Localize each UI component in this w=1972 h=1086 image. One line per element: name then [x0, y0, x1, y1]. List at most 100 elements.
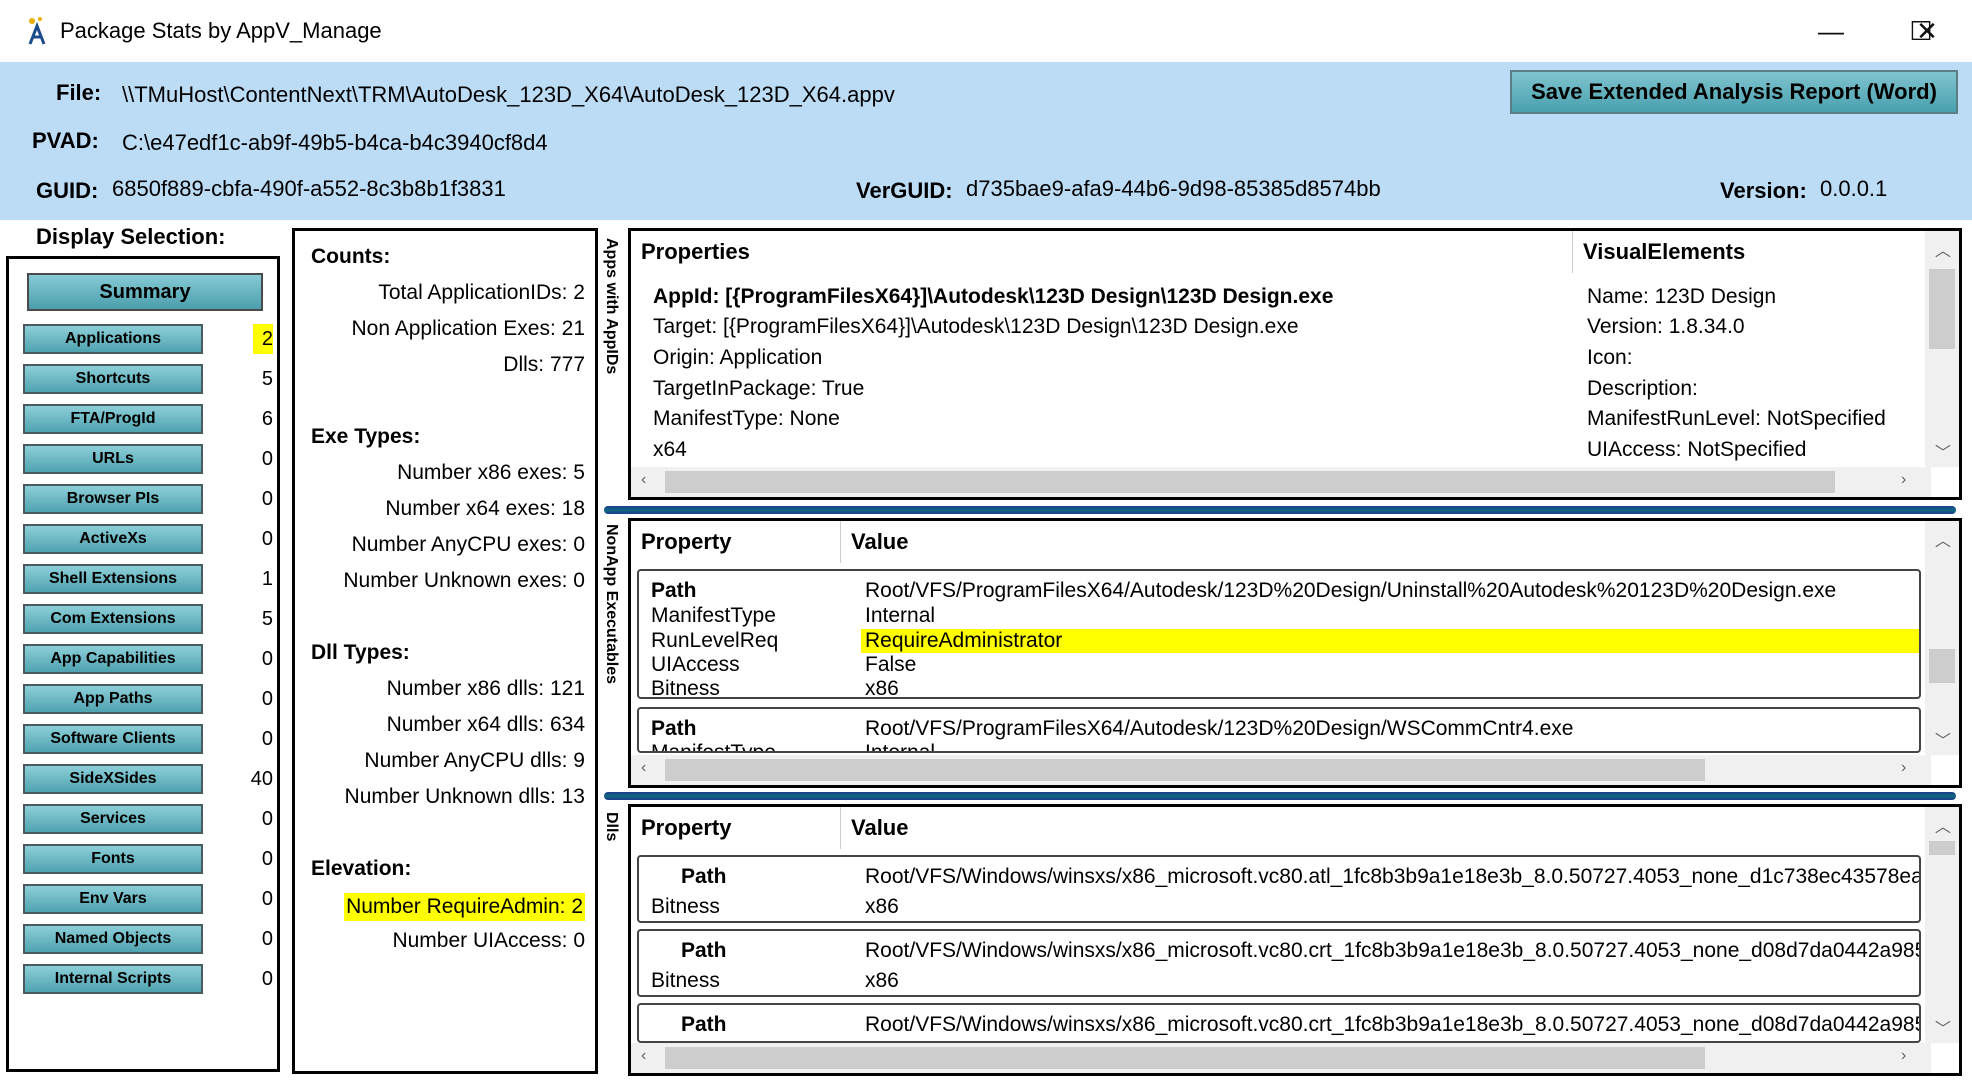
- counts-title: Counts:: [311, 245, 391, 268]
- guid-value: 6850f889-cbfa-490f-a552-8c3b8b1f3831: [112, 176, 506, 201]
- splitter-1[interactable]: [604, 506, 1956, 514]
- elevation-title: Elevation:: [311, 857, 412, 880]
- title-bar: Package Stats by AppV_Manage — ☐ ✕: [0, 0, 1972, 62]
- scroll-up-icon[interactable]: ︿: [1935, 237, 1951, 261]
- scroll-down-icon[interactable]: ﹀: [1935, 439, 1951, 463]
- nav-button-fonts[interactable]: Fonts: [23, 844, 203, 874]
- nav-button-app-paths[interactable]: App Paths: [23, 684, 203, 714]
- scroll-down-icon[interactable]: ﹀: [1935, 1015, 1951, 1039]
- nav-button-fta-progid[interactable]: FTA/ProgId: [23, 404, 203, 434]
- nonapp-card: Path Root/VFS/ProgramFilesX64/Autodesk/1…: [637, 707, 1921, 753]
- scroll-up-icon[interactable]: ︿: [1935, 813, 1951, 837]
- nav-count-activexs: 0: [261, 527, 273, 550]
- dlls-horizontal-scrollbar[interactable]: ‹ ›: [631, 1043, 1931, 1073]
- properties-column-header[interactable]: Properties: [631, 231, 1573, 273]
- nav-button-browser-pis[interactable]: Browser PIs: [23, 484, 203, 514]
- guid-label: GUID:: [36, 178, 99, 203]
- property-column-header[interactable]: Property: [631, 521, 841, 563]
- dll-card: Path Root/VFS/Windows/winsxs/x86_microso…: [637, 855, 1921, 923]
- apps-vscroll-thumb[interactable]: [1929, 269, 1955, 349]
- dll-path-key: Path: [681, 1013, 727, 1036]
- apps-hscroll-thumb[interactable]: [665, 471, 1835, 493]
- nonapp-path-value: Root/VFS/ProgramFilesX64/Autodesk/123D%2…: [865, 579, 1837, 602]
- property-column-header[interactable]: Property: [631, 807, 841, 849]
- verguid-value: d735bae9-afa9-44b6-9d98-85385d8574bb: [966, 176, 1381, 201]
- nonapp-manifesttype-value: Internal: [865, 604, 936, 627]
- save-report-button[interactable]: Save Extended Analysis Report (Word): [1510, 70, 1958, 114]
- nav-button-internal-scripts[interactable]: Internal Scripts: [23, 964, 203, 994]
- scroll-right-icon[interactable]: ›: [1901, 759, 1906, 777]
- file-value: \\TMuHost\ContentNext\TRM\AutoDesk_123D_…: [122, 82, 895, 107]
- visual-description: Description:: [1587, 377, 1698, 400]
- nonapp-path-key: Path: [651, 579, 697, 602]
- apps-panel: Properties VisualElements AppId: [{Progr…: [628, 228, 1962, 500]
- splitter-2[interactable]: [604, 792, 1956, 800]
- nav-button-app-capabilities[interactable]: App Capabilities: [23, 644, 203, 674]
- display-selection-panel: Summary Applications 2 Shortcuts 5 FTA/P…: [6, 256, 280, 1072]
- visual-uiaccess: UIAccess: NotSpecified: [1587, 438, 1807, 461]
- scroll-right-icon[interactable]: ›: [1901, 471, 1906, 489]
- nonapp-uiaccess-value: False: [865, 653, 917, 676]
- apps-horizontal-scrollbar[interactable]: ‹ ›: [631, 467, 1931, 497]
- dlls-panel: Property Value Path Root/VFS/Windows/win…: [628, 804, 1962, 1076]
- non-app-exes: Non Application Exes: 21: [351, 317, 585, 340]
- dll-count: Dlls: 777: [503, 353, 585, 376]
- app-icon: [28, 17, 46, 45]
- visual-version: Version: 1.8.34.0: [1587, 315, 1745, 338]
- version-value: 0.0.0.1: [1820, 176, 1888, 201]
- nonapp-manifesttype-value: Internal: [865, 741, 936, 753]
- scroll-left-icon[interactable]: ‹: [641, 759, 646, 777]
- unknown-exes: Number Unknown exes: 0: [343, 569, 585, 592]
- dlls-vscroll-thumb[interactable]: [1929, 841, 1955, 855]
- close-icon: ✕: [1916, 15, 1938, 46]
- nonapp-horizontal-scrollbar[interactable]: ‹ ›: [631, 755, 1931, 785]
- value-column-header[interactable]: Value: [841, 521, 1941, 563]
- summary-button[interactable]: Summary: [27, 273, 263, 311]
- nonapp-vertical-scrollbar[interactable]: ︿ ﹀: [1925, 521, 1959, 755]
- x64-dlls: Number x64 dlls: 634: [386, 713, 585, 736]
- dlls-vertical-scrollbar[interactable]: ︿ ﹀: [1925, 807, 1959, 1043]
- nonapp-hscroll-thumb[interactable]: [665, 759, 1705, 781]
- nav-button-env-vars[interactable]: Env Vars: [23, 884, 203, 914]
- nonapp-bitness-value: x86: [865, 677, 899, 699]
- nav-count-fta-progid: 6: [261, 407, 273, 430]
- nav-count-fonts: 0: [261, 847, 273, 870]
- x86-exes: Number x86 exes: 5: [397, 461, 585, 484]
- nav-button-activexs[interactable]: ActiveXs: [23, 524, 203, 554]
- nav-count-app-paths: 0: [261, 687, 273, 710]
- scroll-right-icon[interactable]: ›: [1901, 1047, 1906, 1065]
- nav-button-com-extensions[interactable]: Com Extensions: [23, 604, 203, 634]
- pvad-value: C:\e47edf1c-ab9f-49b5-b4ca-b4c3940cf8d4: [122, 130, 548, 155]
- nav-button-urls[interactable]: URLs: [23, 444, 203, 474]
- dll-bitness-key: Bitness: [651, 895, 720, 918]
- nav-button-software-clients[interactable]: Software Clients: [23, 724, 203, 754]
- visual-name: Name: 123D Design: [1587, 285, 1777, 308]
- dll-path-value: Root/VFS/Windows/winsxs/x86_microsoft.vc…: [865, 939, 1921, 962]
- close-button[interactable]: ✕: [1882, 0, 1972, 62]
- scroll-up-icon[interactable]: ︿: [1935, 527, 1951, 551]
- nav-button-services[interactable]: Services: [23, 804, 203, 834]
- visual-icon: Icon:: [1587, 346, 1633, 369]
- scroll-left-icon[interactable]: ‹: [641, 471, 646, 489]
- minimize-button[interactable]: —: [1786, 0, 1876, 62]
- dlls-label: Dlls: [603, 812, 620, 842]
- app-target: Target: [{ProgramFilesX64}]\Autodesk\123…: [653, 315, 1299, 338]
- dll-bitness-key: Bitness: [651, 969, 720, 992]
- nav-button-named-objects[interactable]: Named Objects: [23, 924, 203, 954]
- nav-button-applications[interactable]: Applications: [23, 324, 203, 354]
- value-column-header[interactable]: Value: [841, 807, 1941, 849]
- scroll-left-icon[interactable]: ‹: [641, 1047, 646, 1065]
- visual-elements-column-header[interactable]: VisualElements: [1573, 231, 1929, 273]
- nav-button-shell-extensions[interactable]: Shell Extensions: [23, 564, 203, 594]
- nav-count-applications: 2: [253, 324, 273, 354]
- scroll-down-icon[interactable]: ﹀: [1935, 727, 1951, 751]
- nav-count-browser-pis: 0: [261, 487, 273, 510]
- nav-button-sidexsides[interactable]: SideXSides: [23, 764, 203, 794]
- display-selection-title: Display Selection:: [36, 224, 226, 249]
- nav-button-shortcuts[interactable]: Shortcuts: [23, 364, 203, 394]
- apps-vertical-scrollbar[interactable]: ︿ ﹀: [1925, 231, 1959, 467]
- nonapp-bitness-key: Bitness: [651, 677, 720, 699]
- nav-count-shell-extensions: 1: [261, 567, 273, 590]
- nonapp-vscroll-thumb[interactable]: [1929, 649, 1955, 683]
- dlls-hscroll-thumb[interactable]: [665, 1047, 1705, 1069]
